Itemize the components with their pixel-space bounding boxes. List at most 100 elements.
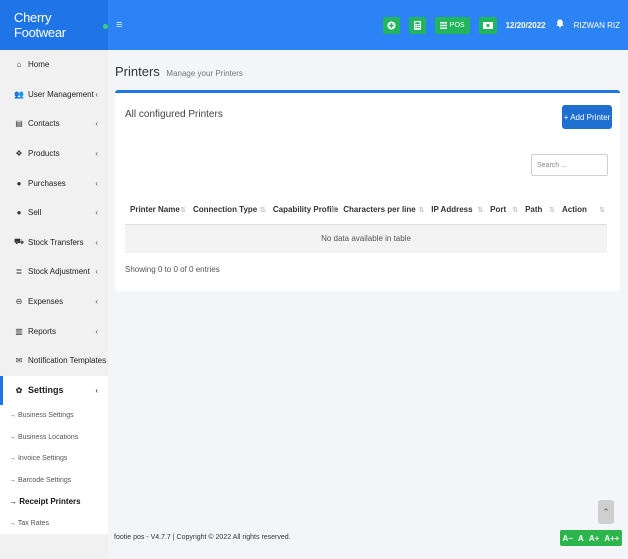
sidebar-item-label: Home <box>28 60 50 70</box>
column-header-ip-address[interactable]: IP Address ⇅ <box>426 196 486 225</box>
sidebar-item-stock-adjustment[interactable]: ≣ Stock Adjustment ‹ <box>0 257 108 287</box>
sidebar-subitem-tax-rates[interactable]: → Tax Rates <box>0 512 108 535</box>
sidebar-subitem-barcode-settings[interactable]: → Barcode Settings <box>0 469 108 492</box>
sort-icon: ⇅ <box>477 207 483 214</box>
user-menu[interactable]: RIZWAN RIZ <box>574 21 620 30</box>
envelope-icon: ✉ <box>15 356 23 366</box>
column-header-path[interactable]: Path ⇅ <box>520 196 558 225</box>
sidebar-item-expenses[interactable]: ⊖ Expenses ‹ <box>0 287 108 317</box>
column-header-capability-profile[interactable]: Capability Profile ⇅ <box>267 196 339 225</box>
calculator-icon <box>413 20 421 30</box>
sidebar: ⌂ Home 👥 User Management ‹ ▤ Contacts ‹ … <box>0 50 108 559</box>
cubes-icon: ❖ <box>15 149 23 159</box>
chevron-down-icon: ‹ <box>95 385 98 395</box>
chevron-left-icon: ‹ <box>95 297 98 307</box>
address-book-icon: ▤ <box>15 119 23 129</box>
sidebar-item-products[interactable]: ❖ Products ‹ <box>0 139 108 169</box>
column-header-connection-type[interactable]: Connection Type ⇅ <box>187 196 268 225</box>
cash-register-button[interactable] <box>478 16 497 34</box>
table-info: Showing 0 to 0 of 0 entries <box>125 265 220 274</box>
sidebar-item-sell[interactable]: ● Sell ‹ <box>0 198 108 228</box>
table-header-row: Printer Name ⇅ Connection Type ⇅ Capabilit… <box>125 196 607 225</box>
column-header-characters-per-line[interactable]: Characters per line ⇅ <box>338 196 427 225</box>
dashboard-icon: ⌂ <box>16 60 22 70</box>
gear-icon: ✿ <box>15 385 23 395</box>
sidebar-item-reports[interactable]: ▥ Reports ‹ <box>0 316 108 346</box>
empty-table-message: No data available in table <box>125 224 607 253</box>
add-expense-button[interactable] <box>382 16 400 34</box>
plus-circle-icon <box>387 20 396 30</box>
font-size-controls: A− A A+ A++ <box>560 530 622 546</box>
current-date: 12/20/2022 <box>505 20 546 30</box>
arrow-circle-down-icon: ● <box>16 178 22 188</box>
arrow-circle-up-icon: ● <box>16 208 22 218</box>
font-decrease-button[interactable]: A− <box>563 534 573 543</box>
hamburger-menu-icon[interactable]: ≡ <box>116 19 122 31</box>
users-icon: 👥 <box>14 89 24 99</box>
sidebar-item-purchases[interactable]: ● Purchases ‹ <box>0 168 108 198</box>
sidebar-item-label: Purchases <box>28 178 66 188</box>
add-printer-button[interactable]: + Add Printer <box>562 105 612 129</box>
brand-logo[interactable]: Cherry Footwear <box>0 0 108 50</box>
sidebar-subitem-invoice-settings[interactable]: → Invoice Settings <box>0 448 108 470</box>
calculator-button[interactable] <box>408 16 426 34</box>
font-increase-more-button[interactable]: A++ <box>604 534 619 543</box>
page-subtitle: Manage your Printers <box>166 69 243 78</box>
sidebar-item-label: Products <box>28 149 60 159</box>
font-increase-button[interactable]: A+ <box>589 534 599 543</box>
navbar: ≡ POS 12/20/2022 RIZWAN RIZ <box>108 0 628 50</box>
money-icon <box>482 21 493 29</box>
top-bar: Cherry Footwear ≡ POS 12/20/2022 RIZWAN … <box>0 0 628 50</box>
chevron-left-icon: ‹ <box>95 326 98 336</box>
column-header-port[interactable]: Port ⇅ <box>485 196 521 225</box>
database-icon: ≣ <box>15 267 23 277</box>
page-title: Printers <box>115 64 160 79</box>
sidebar-item-label: Settings <box>28 385 64 396</box>
pos-label: POS <box>449 21 465 29</box>
sort-icon: ⇅ <box>512 207 518 214</box>
sidebar-item-notification-templates[interactable]: ✉ Notification Templates <box>0 346 108 376</box>
footer-text: footie pos - V4.7.7 | Copyright © 2022 A… <box>114 534 291 541</box>
grid-icon <box>439 21 447 29</box>
sidebar-subitem-receipt-printers[interactable]: → Receipt Printers <box>0 491 108 513</box>
page-header: Printers Manage your Printers <box>115 64 243 79</box>
chevron-up-icon: ⌃ <box>602 506 610 517</box>
chevron-left-icon: ‹ <box>95 89 98 99</box>
sidebar-item-label: User Management <box>28 89 94 99</box>
search-input[interactable]: Search ... <box>531 154 608 176</box>
font-reset-button[interactable]: A <box>578 534 584 543</box>
sidebar-subitem-business-settings[interactable]: → Business Settings <box>0 405 108 427</box>
sort-icon: ⇅ <box>330 207 336 214</box>
column-header-action[interactable]: Action ⇅ <box>557 196 607 225</box>
brand-name: Cherry Footwear <box>14 10 66 40</box>
printers-table: Printer Name ⇅ Connection Type ⇅ Capabilit… <box>125 196 607 253</box>
sidebar-subitem-business-locations[interactable]: → Business Locations <box>0 426 108 449</box>
sidebar-item-home[interactable]: ⌂ Home <box>0 50 108 80</box>
sidebar-item-stock-transfers[interactable]: ⛟ Stock Transfers ‹ <box>0 228 108 258</box>
main-content: Printers Manage your Printers All config… <box>108 50 628 559</box>
sidebar-item-contacts[interactable]: ▤ Contacts ‹ <box>0 109 108 139</box>
minus-circle-icon: ⊖ <box>15 297 23 307</box>
navbar-actions: POS 12/20/2022 RIZWAN RIZ <box>382 0 620 50</box>
sidebar-item-settings[interactable]: ✿ Settings ‹ <box>0 375 108 406</box>
column-header-printer-name[interactable]: Printer Name ⇅ <box>125 196 188 225</box>
sidebar-item-label: Reports <box>28 326 57 336</box>
chevron-left-icon: ‹ <box>95 208 98 218</box>
sidebar-item-label: Sell <box>28 208 42 218</box>
chevron-left-icon: ‹ <box>95 149 98 159</box>
sidebar-item-user-management[interactable]: 👥 User Management ‹ <box>0 80 108 110</box>
sort-icon: ⇅ <box>418 207 424 214</box>
sidebar-item-label: Stock Adjustment <box>28 267 90 277</box>
chevron-left-icon: ‹ <box>95 237 98 247</box>
pos-button[interactable]: POS <box>434 16 470 34</box>
box-title: All configured Printers <box>125 109 223 120</box>
bell-icon[interactable] <box>555 19 564 31</box>
sidebar-item-label: Notification Templates <box>28 356 107 366</box>
scroll-to-top-button[interactable]: ⌃ <box>598 500 614 524</box>
sidebar-item-label: Expenses <box>28 297 64 307</box>
sort-icon: ⇅ <box>260 207 266 214</box>
printers-box: All configured Printers + Add Printer Se… <box>115 90 620 291</box>
chevron-left-icon: ‹ <box>95 267 98 277</box>
sidebar-item-label: Stock Transfers <box>28 237 84 247</box>
table-row: No data available in table <box>125 224 607 253</box>
